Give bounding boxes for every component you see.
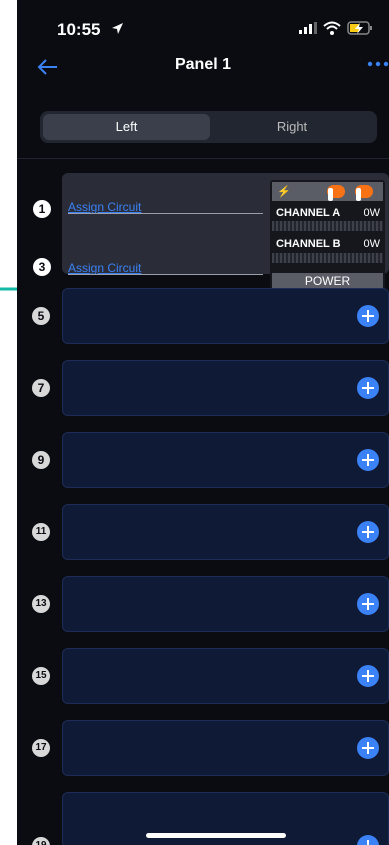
- page-title: Panel 1: [174, 56, 232, 73]
- add-circuit-icon[interactable]: [357, 737, 379, 759]
- toggle-b[interactable]: [355, 185, 373, 201]
- phone-screen: 10:55 Panel 1 Left Right 1 Assign Circui…: [17, 0, 389, 845]
- add-circuit-icon[interactable]: [357, 377, 379, 399]
- add-circuit-icon[interactable]: [357, 521, 379, 543]
- circuit-slot[interactable]: [62, 576, 389, 632]
- channel-b-meter: [272, 253, 383, 263]
- row-number: 1: [33, 200, 51, 218]
- segmented-control: Left Right: [40, 111, 377, 143]
- row-number: 11: [32, 523, 50, 541]
- add-circuit-icon[interactable]: [357, 305, 379, 327]
- assign-circuit-link[interactable]: Assign Circuit: [68, 261, 141, 275]
- nav-bar: Panel 1: [17, 52, 389, 92]
- circuit-slot[interactable]: [62, 504, 389, 560]
- channel-a-label: CHANNEL A: [276, 207, 341, 219]
- add-circuit-icon[interactable]: [357, 449, 379, 471]
- location-arrow-icon: [112, 23, 123, 34]
- battery-charging-icon: [347, 21, 372, 35]
- home-indicator: [146, 833, 286, 838]
- row-number: 17: [32, 739, 50, 757]
- row-number: 7: [32, 379, 50, 397]
- pdu-widget[interactable]: ⚡ CHANNEL A 0W CHANNEL B 0W POWER: [270, 180, 385, 293]
- wifi-icon: [323, 21, 341, 35]
- more-dots-icon[interactable]: [367, 61, 389, 67]
- row-number: 9: [32, 451, 50, 469]
- status-time: 10:55: [57, 20, 101, 39]
- divider: [17, 158, 389, 159]
- circuit-slot[interactable]: [62, 360, 389, 416]
- underline: [68, 213, 263, 214]
- circuit-slot[interactable]: [62, 648, 389, 704]
- row-number: 15: [32, 667, 50, 685]
- row-number: 3: [33, 258, 51, 276]
- toggle-a[interactable]: [327, 185, 345, 201]
- channel-a-meter: [272, 221, 383, 231]
- pdu-header: ⚡: [272, 182, 383, 201]
- circuit-slot[interactable]: [62, 288, 389, 344]
- circuit-slot[interactable]: [62, 432, 389, 488]
- segment-left[interactable]: Left: [43, 114, 210, 140]
- assign-circuit-link[interactable]: Assign Circuit: [68, 200, 141, 214]
- circuit-slot[interactable]: [62, 720, 389, 776]
- segment-right[interactable]: Right: [210, 114, 374, 140]
- channel-b-value: 0W: [363, 238, 381, 250]
- add-circuit-icon[interactable]: [357, 593, 379, 615]
- row-number: 13: [32, 595, 50, 613]
- row-number: 5: [32, 307, 50, 325]
- channel-a-value: 0W: [363, 207, 381, 219]
- status-bar: 10:55: [17, 0, 389, 52]
- underline: [68, 274, 263, 275]
- channel-b-label: CHANNEL B: [276, 238, 341, 250]
- row-number: 19: [32, 837, 50, 845]
- bolt-icon: ⚡: [277, 186, 291, 198]
- add-circuit-icon[interactable]: [357, 665, 379, 687]
- signal-icon: [299, 22, 317, 34]
